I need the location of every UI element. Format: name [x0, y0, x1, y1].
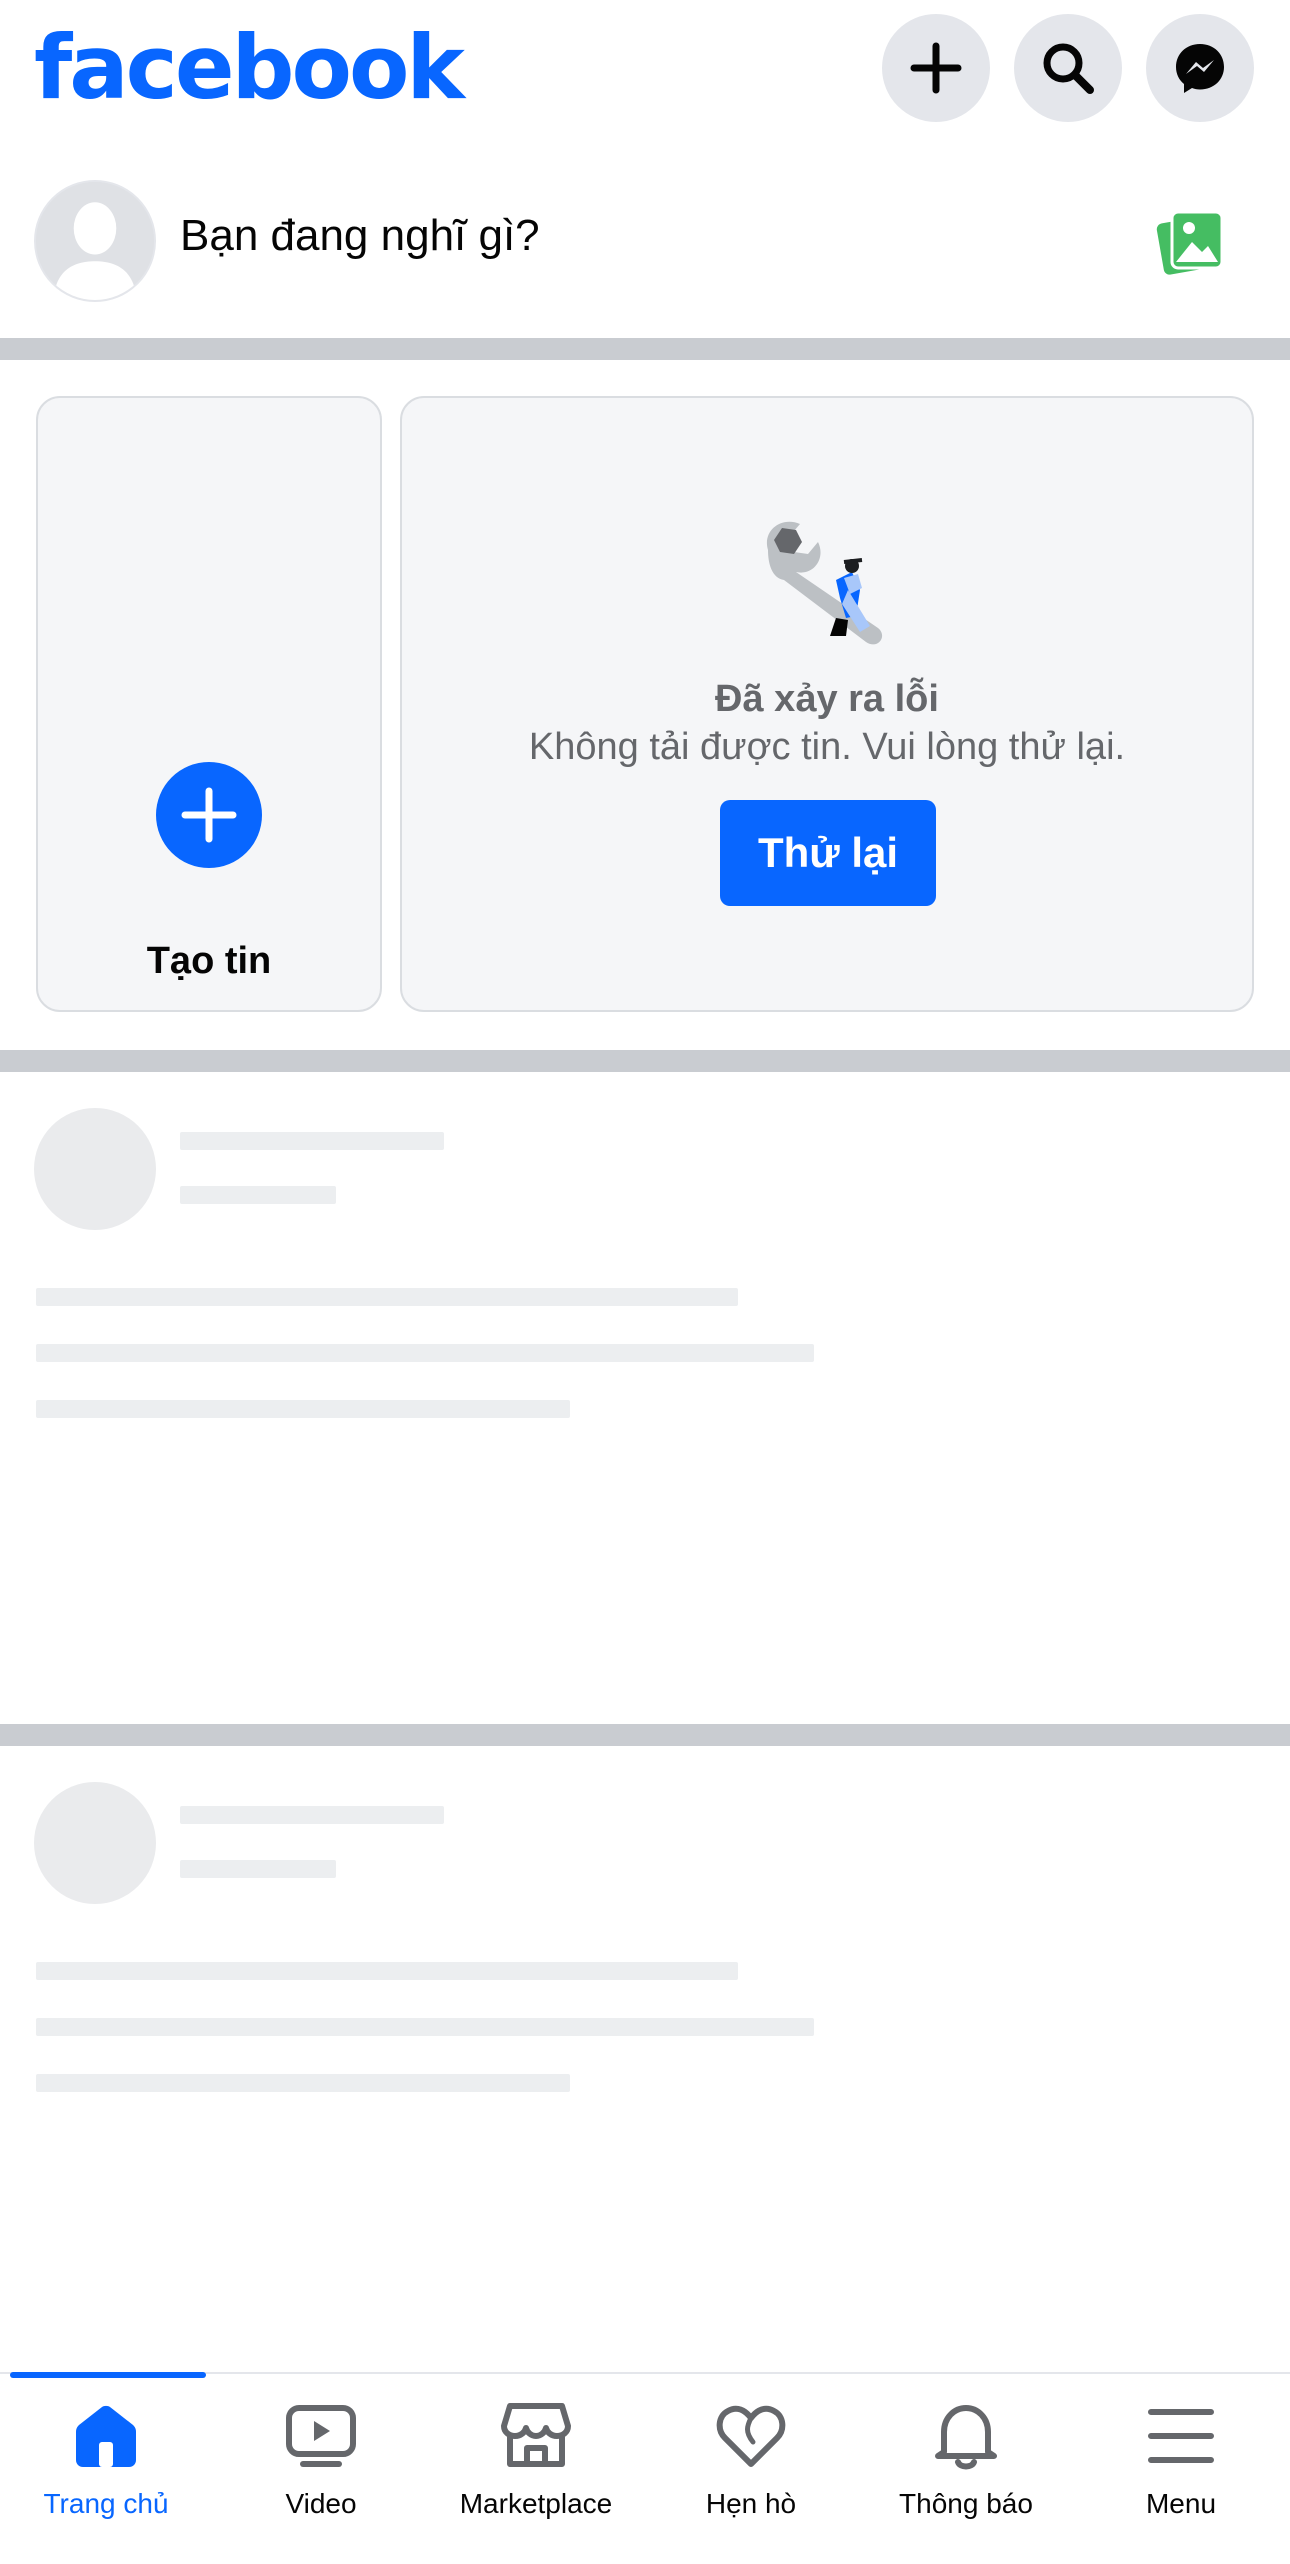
create-story-label: Tạo tin: [146, 940, 272, 982]
stories-error-card: Đã xảy ra lỗi Không tải được tin. Vui lò…: [400, 396, 1254, 1012]
messenger-icon: [1176, 44, 1224, 93]
bell-icon: [935, 2405, 997, 2470]
create-story-card[interactable]: Tạo tin: [36, 396, 382, 1012]
skeleton-line: [180, 1186, 336, 1204]
facebook-logo[interactable]: facebook: [34, 18, 465, 118]
section-divider: [0, 1724, 1290, 1746]
nav-label-marketplace: Marketplace: [459, 2488, 613, 2519]
video-icon: [286, 2405, 356, 2467]
post-composer[interactable]: Bạn đang nghĩ gì?: [0, 168, 1290, 304]
skeleton-line: [36, 1400, 570, 1418]
nav-label-video: Video: [285, 2488, 357, 2519]
nav-label-notifications: Thông báo: [899, 2488, 1033, 2519]
messenger-button[interactable]: [1146, 14, 1254, 122]
skeleton-avatar: [34, 1108, 156, 1230]
add-story-button[interactable]: [156, 762, 262, 868]
nav-tab-video[interactable]: Video: [221, 2398, 421, 2538]
skeleton-avatar: [34, 1782, 156, 1904]
loading-post-placeholder: [0, 1072, 1290, 1720]
nav-label-menu: Menu: [1145, 2488, 1217, 2519]
plus-icon: [910, 42, 962, 94]
nav-tab-marketplace[interactable]: Marketplace: [436, 2398, 636, 2538]
skeleton-line: [36, 1288, 738, 1306]
composer-placeholder[interactable]: Bạn đang nghĩ gì?: [180, 210, 540, 262]
marketplace-icon: [501, 2403, 571, 2467]
bottom-nav: Trang chủ Video Marketplace Hẹn hò Thông…: [0, 2372, 1290, 2564]
heart-icon: [716, 2405, 786, 2467]
plus-icon: [181, 787, 237, 843]
profile-avatar[interactable]: [34, 180, 156, 302]
wrench-illustration-icon: [766, 521, 883, 645]
skeleton-line: [180, 1132, 444, 1150]
default-avatar-icon: [36, 182, 154, 300]
section-divider: [0, 338, 1290, 360]
loading-post-placeholder: [0, 1746, 1290, 2394]
home-icon: [76, 2405, 136, 2467]
nav-tab-dating[interactable]: Hẹn hò: [651, 2398, 851, 2538]
nav-tab-menu[interactable]: Menu: [1081, 2398, 1281, 2538]
nav-tab-notifications[interactable]: Thông báo: [866, 2398, 1066, 2538]
skeleton-line: [180, 1806, 444, 1824]
skeleton-line: [36, 2018, 814, 2036]
search-icon: [1043, 43, 1094, 94]
skeleton-line: [36, 1962, 738, 1980]
top-header: facebook: [0, 0, 1290, 140]
error-message: Không tải được tin. Vui lòng thử lại.: [528, 726, 1126, 768]
search-button[interactable]: [1014, 14, 1122, 122]
error-title: Đã xảy ra lỗi: [715, 678, 939, 720]
nav-label-dating: Hẹn hò: [705, 2488, 797, 2519]
skeleton-line: [36, 2074, 570, 2092]
photo-icon[interactable]: [1156, 206, 1226, 276]
retry-button[interactable]: Thử lại: [720, 800, 936, 906]
skeleton-line: [36, 1344, 814, 1362]
create-button[interactable]: [882, 14, 990, 122]
skeleton-line: [180, 1860, 336, 1878]
nav-tab-home[interactable]: Trang chủ: [6, 2398, 206, 2538]
active-tab-indicator: [10, 2372, 206, 2378]
menu-icon: [1148, 2409, 1214, 2463]
nav-label-home: Trang chủ: [43, 2488, 169, 2519]
section-divider: [0, 1050, 1290, 1072]
